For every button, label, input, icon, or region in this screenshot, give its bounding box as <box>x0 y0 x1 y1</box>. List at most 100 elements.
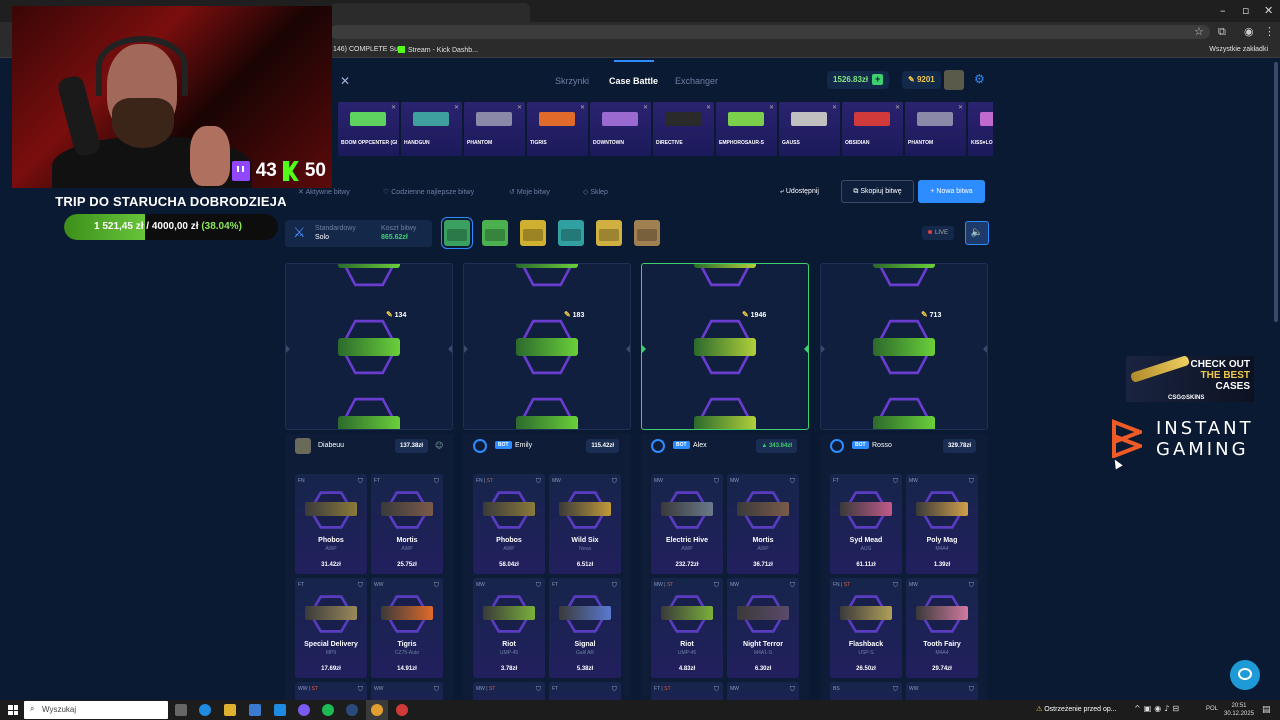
tab-case-battle[interactable]: Case Battle <box>609 76 658 86</box>
won-item-card[interactable]: MW ⛉ Poly Mag M4A4 1.39zł <box>906 474 978 574</box>
drop-dismiss-icon[interactable]: ✕ <box>643 104 648 111</box>
emoji-icon[interactable]: ☺ <box>435 441 443 450</box>
shield-icon[interactable]: ⛉ <box>358 685 363 694</box>
shield-icon[interactable]: ⛉ <box>612 581 617 590</box>
notification-icon[interactable]: ▤ <box>1262 705 1271 715</box>
bookmark-item[interactable]: Stream - Kick Dashb... <box>398 46 478 54</box>
live-button[interactable]: LIVE <box>922 226 955 240</box>
gear-icon[interactable]: ⚙ <box>974 72 985 86</box>
daily-best-link[interactable]: ♡ Codzienne najlepsze bitwy <box>383 188 474 196</box>
scrollbar-thumb[interactable] <box>1274 62 1278 322</box>
case-thumb[interactable] <box>596 220 622 246</box>
shield-icon[interactable]: ⛉ <box>714 685 719 694</box>
drop-dismiss-icon[interactable]: ✕ <box>454 104 459 111</box>
sound-button[interactable]: 🔈 <box>965 221 989 245</box>
drop-item[interactable]: ✕ OBSIDIAN <box>842 102 903 156</box>
deposit-plus-icon[interactable]: + <box>872 74 884 85</box>
coin-balance[interactable]: ✎ 9201 <box>902 71 941 89</box>
drop-item[interactable]: ✕ TIGRIS <box>527 102 588 156</box>
drop-dismiss-icon[interactable]: ✕ <box>517 104 522 111</box>
drop-item[interactable]: ✕ DIRECTIVE <box>653 102 714 156</box>
won-item-card[interactable]: MW ⛉ Wild Six Nova 6.51zł <box>549 474 621 574</box>
won-item-card[interactable]: FN | ST ⛉ Phobos AWP 58.04zł <box>473 474 545 574</box>
close-window-icon[interactable]: ✕ <box>1264 4 1273 17</box>
shield-icon[interactable]: ⛉ <box>714 477 719 486</box>
maximize-icon[interactable]: ▫ <box>1242 4 1249 17</box>
shield-icon[interactable]: ⛉ <box>790 685 795 694</box>
won-item-card[interactable]: FT ⛉ Mortis AWP 25.75zł <box>371 474 443 574</box>
spotify-icon[interactable] <box>322 704 334 716</box>
shield-icon[interactable]: ⛉ <box>612 477 617 486</box>
won-item-card[interactable]: FT ⛉ Syd Mead AUG 61.11zł <box>830 474 902 574</box>
bookmark-item[interactable]: 146) COMPLETE Su... <box>333 46 404 53</box>
profile-icon[interactable]: ◉ <box>1244 25 1254 38</box>
case-thumb[interactable] <box>441 217 473 249</box>
case-thumb[interactable] <box>482 220 508 246</box>
warning-notification[interactable]: ⚠ Ostrzeżenie przed op... <box>1036 705 1117 713</box>
shield-icon[interactable]: ⛉ <box>612 685 617 694</box>
copy-battle-button[interactable]: ⧉ Skopiuj bitwę <box>841 180 914 203</box>
drop-item[interactable]: ✕ EMPHOROSAUR-S <box>716 102 777 156</box>
drop-dismiss-icon[interactable]: ✕ <box>895 104 900 111</box>
star-bookmark-icon[interactable]: ☆ <box>1194 25 1204 38</box>
won-item-card[interactable]: MW ⛉ Mortis AWP 36.71zł <box>727 474 799 574</box>
obs-icon[interactable] <box>396 704 408 716</box>
shield-icon[interactable]: ⛉ <box>536 581 541 590</box>
drop-item[interactable]: ✕ PHANTOM <box>464 102 525 156</box>
shield-icon[interactable]: ⛉ <box>893 477 898 486</box>
menu-icon[interactable]: ⋮ <box>1264 25 1275 38</box>
mail-icon[interactable] <box>249 704 261 716</box>
shield-icon[interactable]: ⛉ <box>714 581 719 590</box>
shield-icon[interactable]: ⛉ <box>969 581 974 590</box>
store-icon[interactable] <box>274 704 286 716</box>
drop-dismiss-icon[interactable]: ✕ <box>580 104 585 111</box>
tab-exchanger[interactable]: Exchanger <box>675 76 718 86</box>
won-item-card[interactable]: FN ⛉ Phobos AWP 31.42zł <box>295 474 367 574</box>
csgoskins-ad[interactable]: CHECK OUT THE BEST CASES CSG⊙SKINS <box>1126 354 1254 402</box>
share-button[interactable]: ⤶ Udostępnij <box>780 188 819 196</box>
drop-item[interactable]: ✕ PHANTOM <box>905 102 966 156</box>
my-battles-link[interactable]: ↺ Moje bitwy <box>509 188 550 196</box>
shield-icon[interactable]: ⛉ <box>358 477 363 486</box>
drop-dismiss-icon[interactable]: ✕ <box>958 104 963 111</box>
case-thumb[interactable] <box>634 220 660 246</box>
shield-icon[interactable]: ⛉ <box>536 685 541 694</box>
won-item-card[interactable]: MW ⛉ Electric Hive AWP 232.72zł <box>651 474 723 574</box>
shield-icon[interactable]: ⛉ <box>434 685 439 694</box>
shield-icon[interactable]: ⛉ <box>434 581 439 590</box>
chrome-icon[interactable] <box>371 704 383 716</box>
won-item-card[interactable]: MW ⛉ Riot UMP-45 3.78zł <box>473 578 545 678</box>
taskbar-search[interactable]: Wyszukaj <box>24 701 168 719</box>
browser-tab[interactable] <box>330 3 530 22</box>
new-battle-button[interactable]: + Nowa bitwa <box>918 180 985 203</box>
address-bar[interactable] <box>330 25 1210 39</box>
shield-icon[interactable]: ⛉ <box>536 477 541 486</box>
shield-icon[interactable]: ⛉ <box>358 581 363 590</box>
won-item-card[interactable]: WW ⛉ Tigris CZ75-Auto 14.91zł <box>371 578 443 678</box>
won-item-card[interactable]: MW ⛉ Night Terror M4A1-S 6.30zł <box>727 578 799 678</box>
shield-icon[interactable]: ⛉ <box>969 477 974 486</box>
edge-icon[interactable] <box>199 704 211 716</box>
case-thumb[interactable] <box>520 220 546 246</box>
close-icon[interactable]: ✕ <box>340 74 350 88</box>
system-tray-icons[interactable]: ^▣◉♪⊟ <box>1134 704 1182 713</box>
drop-item[interactable]: ✕ HANDGUN <box>401 102 462 156</box>
won-item-card[interactable]: MW ⛉ Tooth Fairy M4A4 29.74zł <box>906 578 978 678</box>
drop-dismiss-icon[interactable]: ✕ <box>706 104 711 111</box>
drop-dismiss-icon[interactable]: ✕ <box>832 104 837 111</box>
all-bookmarks[interactable]: Wszystkie zakładki <box>1209 46 1268 53</box>
wallet-balance[interactable]: 1526.83zł + <box>827 71 890 89</box>
file-explorer-icon[interactable] <box>224 704 236 716</box>
case-thumb[interactable] <box>558 220 584 246</box>
drop-item[interactable]: ✕ DOWNTOWN <box>590 102 651 156</box>
drop-item[interactable]: ✕ GAUSS <box>779 102 840 156</box>
shield-icon[interactable]: ⛉ <box>893 685 898 694</box>
drop-dismiss-icon[interactable]: ✕ <box>769 104 774 111</box>
drop-item[interactable]: ✕KISS♥LO <box>968 102 993 156</box>
discord-icon[interactable] <box>298 704 310 716</box>
shield-icon[interactable]: ⛉ <box>969 685 974 694</box>
won-item-card[interactable]: MW | ST ⛉ Riot UMP-45 4.83zł <box>651 578 723 678</box>
shield-icon[interactable]: ⛉ <box>790 581 795 590</box>
won-item-card[interactable]: FT ⛉ Special Delivery MP9 17.69zł <box>295 578 367 678</box>
avatar[interactable] <box>944 70 964 90</box>
